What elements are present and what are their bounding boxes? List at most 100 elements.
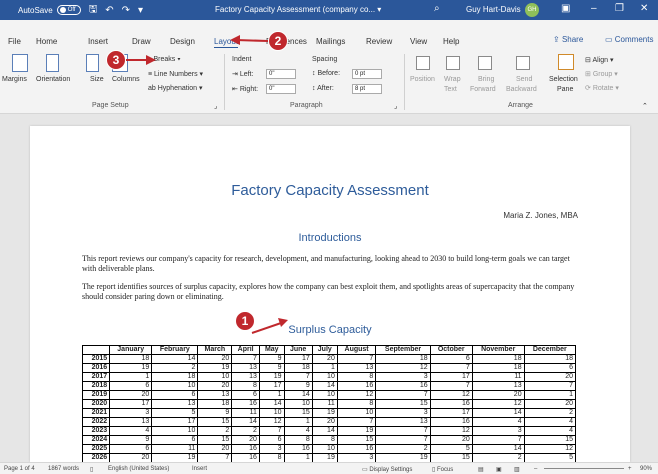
table-cell[interactable]: 13: [151, 399, 199, 409]
document-title-heading[interactable]: Factory Capacity Assessment: [30, 182, 630, 199]
table-header-cell[interactable]: September: [375, 345, 431, 355]
focus-button[interactable]: ▯ Focus: [432, 466, 453, 473]
table-cell[interactable]: 10: [258, 408, 285, 418]
table-cell[interactable]: 8: [283, 435, 313, 445]
table-cell[interactable]: 6: [109, 444, 153, 454]
table-cell[interactable]: 14: [258, 399, 285, 409]
position-button[interactable]: Position: [410, 76, 435, 83]
table-cell[interactable]: 12: [471, 399, 525, 409]
author-line[interactable]: Maria Z. Jones, MBA: [503, 211, 578, 220]
table-cell[interactable]: 9: [109, 435, 153, 445]
table-cell[interactable]: 14: [311, 426, 338, 436]
table-cell[interactable]: 9: [283, 381, 313, 391]
ribbon-display-icon[interactable]: ▣: [561, 3, 570, 14]
paragraph-launcher-icon[interactable]: ⌟: [394, 102, 397, 110]
table-cell[interactable]: 12: [429, 426, 473, 436]
paragraph-1[interactable]: This report reviews our company's capaci…: [82, 254, 582, 274]
table-row[interactable]: 2018 6 10 20 8 17 9 14 16 16 7 13 7: [81, 381, 577, 391]
hyphenation-button[interactable]: ab Hyphenation ▾: [148, 84, 203, 92]
table-cell[interactable]: 13: [109, 417, 153, 427]
breaks-button[interactable]: ⎯ Breaks ▾: [148, 56, 181, 64]
table-cell[interactable]: 11: [471, 372, 525, 382]
table-cell[interactable]: 14: [311, 381, 338, 391]
table-cell[interactable]: 4: [283, 426, 313, 436]
table-cell[interactable]: 18: [197, 399, 233, 409]
table-cell[interactable]: 16: [283, 444, 313, 454]
zoom-slider[interactable]: [544, 468, 624, 469]
table-cell[interactable]: 17: [109, 399, 153, 409]
table-cell[interactable]: 9: [197, 408, 233, 418]
heading-surplus-capacity[interactable]: Surplus Capacity: [30, 324, 630, 336]
group-button[interactable]: ⊞ Group ▾: [585, 70, 618, 78]
table-cell[interactable]: 15: [283, 408, 313, 418]
table-cell[interactable]: 16: [231, 444, 260, 454]
autosave[interactable]: AutoSave Off: [18, 5, 81, 15]
table-cell[interactable]: 10: [311, 372, 338, 382]
rotate-button[interactable]: ⟳ Rotate ▾: [585, 84, 619, 92]
minimize-icon[interactable]: –: [591, 3, 597, 14]
table-cell[interactable]: 10: [311, 390, 338, 400]
avatar[interactable]: GH: [525, 3, 539, 17]
print-layout-icon[interactable]: ▣: [496, 466, 502, 473]
table-cell[interactable]: 14: [471, 408, 525, 418]
table-cell[interactable]: 4: [523, 417, 577, 427]
table-cell[interactable]: 2: [523, 408, 577, 418]
table-cell[interactable]: 3: [375, 408, 431, 418]
table-row[interactable]: 2017 1 18 10 13 19 7 10 8 3 17 11 20: [81, 372, 577, 382]
table-header-cell[interactable]: January: [109, 345, 153, 355]
table-cell[interactable]: 12: [336, 390, 377, 400]
spacing-before-input[interactable]: 0 pt: [352, 69, 382, 79]
tab-file[interactable]: File: [8, 37, 21, 46]
zoom-in-icon[interactable]: +: [628, 466, 632, 472]
table-year-cell[interactable]: 2016: [81, 363, 111, 373]
table-cell[interactable]: 15: [197, 435, 233, 445]
table-cell[interactable]: 6: [258, 435, 285, 445]
table-row[interactable]: 2015 18 14 20 7 9 17 20 7 18 6 18 18: [81, 354, 577, 364]
table-cell[interactable]: 16: [429, 399, 473, 409]
table-cell[interactable]: 4: [109, 426, 153, 436]
send-backward-button[interactable]: Send: [516, 76, 532, 83]
table-cell[interactable]: 3: [375, 372, 431, 382]
table-cell[interactable]: 6: [109, 381, 153, 391]
table-row[interactable]: 2024 9 6 15 20 6 8 8 15 7 20 7 15: [81, 435, 577, 445]
bring-forward-button[interactable]: Bring: [478, 76, 494, 83]
table-cell[interactable]: 12: [523, 444, 577, 454]
table-cell[interactable]: 2: [375, 444, 431, 454]
table-cell[interactable]: 20: [523, 399, 577, 409]
table-cell[interactable]: 10: [311, 444, 338, 454]
zoom-level[interactable]: 90%: [640, 466, 652, 472]
table-header-cell[interactable]: December: [523, 345, 577, 355]
maximize-icon[interactable]: ❐: [615, 3, 624, 14]
tab-insert[interactable]: Insert: [88, 37, 108, 46]
table-cell[interactable]: 14: [231, 417, 260, 427]
table-cell[interactable]: 13: [471, 381, 525, 391]
table-cell[interactable]: 1: [109, 372, 153, 382]
undo-icon[interactable]: ↶: [105, 5, 113, 16]
table-row[interactable]: 2025 6 11 20 16 3 16 10 16 2 5 14 12: [81, 444, 577, 454]
table-header-cell[interactable]: May: [258, 345, 285, 355]
table-cell[interactable]: 7: [471, 435, 525, 445]
table-cell[interactable]: 13: [197, 390, 233, 400]
table-cell[interactable]: 8: [336, 372, 377, 382]
align-button[interactable]: ⊟ Align ▾: [585, 56, 613, 64]
table-cell[interactable]: 20: [231, 435, 260, 445]
table-cell[interactable]: 20: [311, 417, 338, 427]
table-cell[interactable]: 17: [429, 408, 473, 418]
table-cell[interactable]: 7: [375, 390, 431, 400]
tab-help[interactable]: Help: [443, 37, 459, 46]
display-settings[interactable]: ▭ Display Settings: [362, 466, 412, 473]
table-cell[interactable]: 7: [283, 372, 313, 382]
table-cell[interactable]: 5: [151, 408, 199, 418]
language[interactable]: English (United States): [108, 466, 169, 472]
table-cell[interactable]: 20: [523, 372, 577, 382]
table-cell[interactable]: 7: [523, 381, 577, 391]
table-cell[interactable]: 13: [375, 417, 431, 427]
table-cell[interactable]: 2: [231, 426, 260, 436]
tab-review[interactable]: Review: [366, 37, 392, 46]
table-year-cell[interactable]: 2021: [81, 408, 111, 418]
table-cell[interactable]: 14: [471, 444, 525, 454]
table-year-cell[interactable]: 2019: [81, 390, 111, 400]
web-layout-icon[interactable]: ▥: [514, 466, 520, 473]
table-year-cell[interactable]: 2015: [81, 354, 111, 364]
table-header-cell[interactable]: October: [429, 345, 473, 355]
